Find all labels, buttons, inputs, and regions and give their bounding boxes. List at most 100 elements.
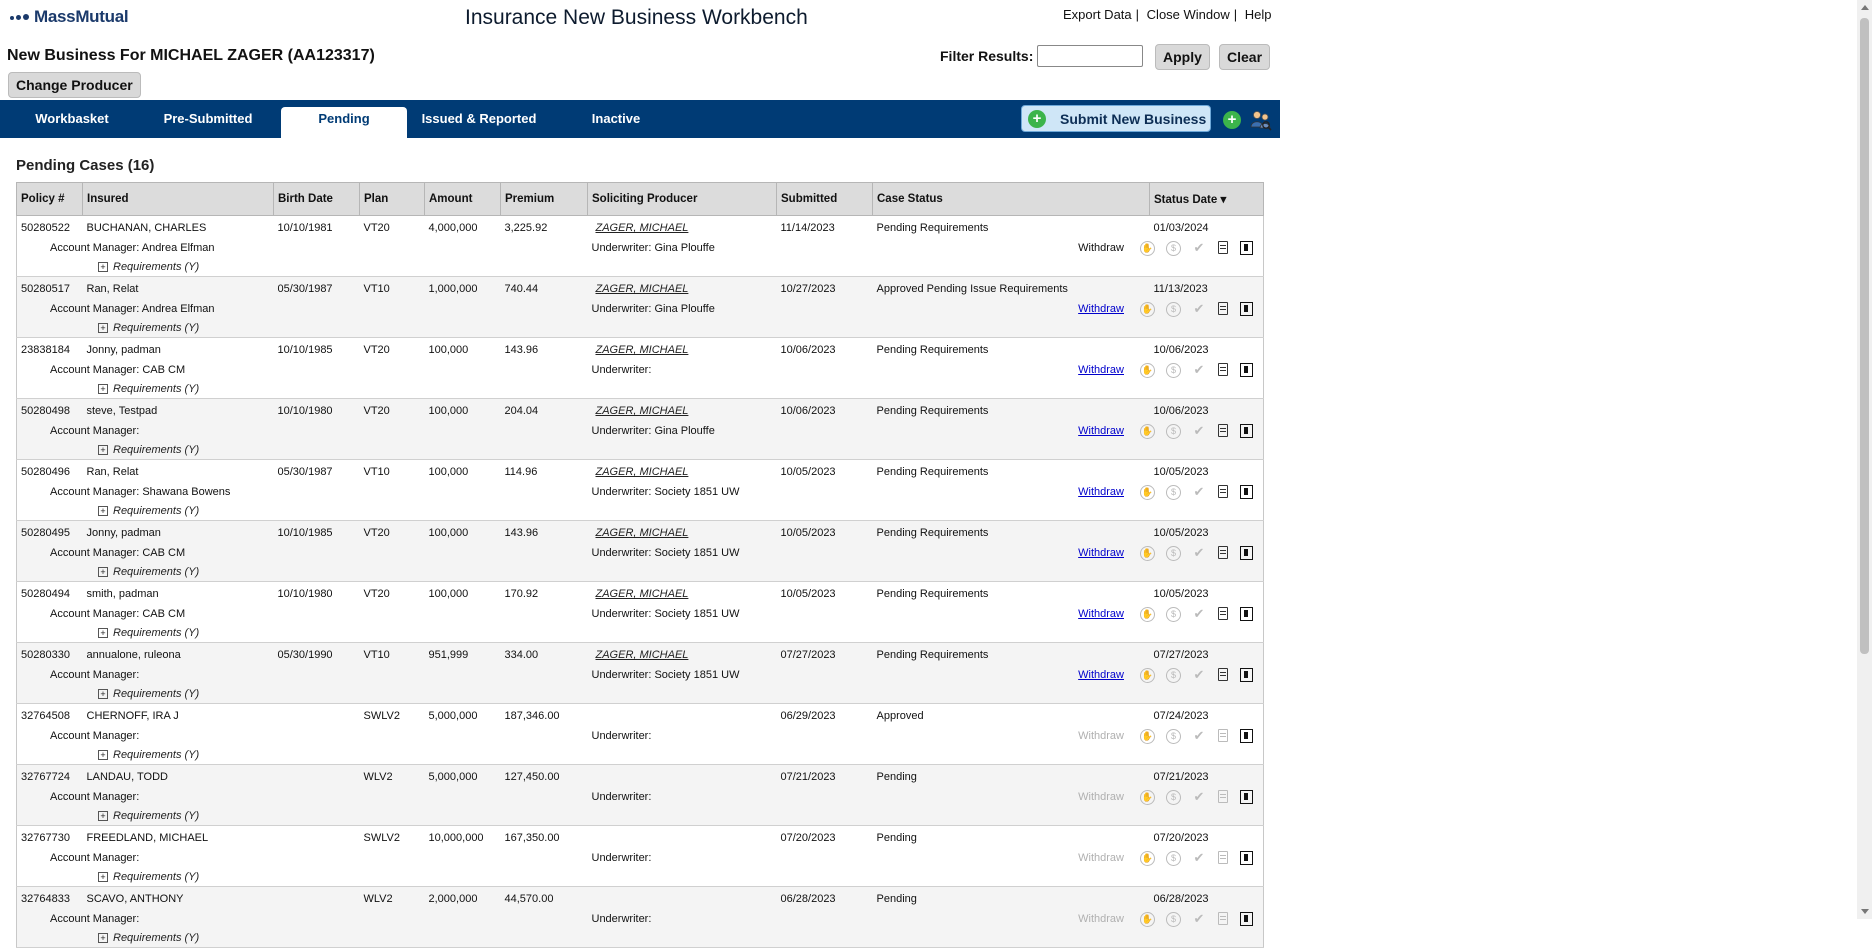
- underwriter-value: Society 1851 UW: [654, 486, 740, 498]
- case-file-icon[interactable]: [1240, 606, 1253, 621]
- soliciting-producer-link[interactable]: ZAGER, MICHAEL: [592, 466, 689, 478]
- table-row[interactable]: 32767730 FREEDLAND, MICHAEL SWLV2 10,000,00…: [17, 826, 1264, 849]
- tab-workbasket[interactable]: Workbasket: [8, 100, 136, 138]
- soliciting-producer-link[interactable]: [592, 832, 596, 844]
- document-icon[interactable]: [1218, 728, 1228, 742]
- requirements-toggle[interactable]: + Requirements (Y): [21, 688, 199, 700]
- soliciting-producer-link[interactable]: ZAGER, MICHAEL: [592, 405, 689, 417]
- document-icon[interactable]: [1218, 667, 1228, 681]
- document-icon[interactable]: [1218, 362, 1228, 376]
- change-producer-button[interactable]: Change Producer: [8, 72, 141, 98]
- add-icon[interactable]: +: [1223, 111, 1241, 129]
- underwriter-label: Underwriter:: [591, 791, 652, 803]
- scroll-up-icon[interactable]: [1861, 5, 1869, 10]
- col-soliciting-producer[interactable]: Soliciting Producer: [587, 182, 777, 216]
- soliciting-producer-link[interactable]: ZAGER, MICHAEL: [592, 283, 689, 295]
- col-premium[interactable]: Premium: [500, 182, 588, 216]
- requirements-toggle[interactable]: + Requirements (Y): [21, 505, 199, 517]
- tab-pending[interactable]: Pending: [281, 107, 407, 138]
- withdraw-link[interactable]: Withdraw: [1078, 425, 1124, 437]
- apply-button[interactable]: Apply: [1155, 44, 1210, 70]
- col-status-date[interactable]: Status Date ▾: [1149, 182, 1264, 216]
- requirements-toggle[interactable]: + Requirements (Y): [21, 749, 199, 761]
- withdraw-link[interactable]: Withdraw: [1078, 303, 1124, 315]
- case-file-icon[interactable]: [1240, 728, 1253, 743]
- withdraw-link[interactable]: Withdraw: [1078, 608, 1124, 620]
- col-birth-date[interactable]: Birth Date: [273, 182, 360, 216]
- case-detail-row: Account Manager: CAB CM Underwriter: With…: [17, 360, 1264, 380]
- table-row[interactable]: 32764833 SCAVO, ANTHONY WLV2 2,000,000 44,57…: [17, 887, 1264, 910]
- requirements-toggle[interactable]: + Requirements (Y): [21, 932, 199, 944]
- table-row[interactable]: 50280517 Ran, Relat 05/30/1987 VT10 1,000,00…: [17, 277, 1264, 300]
- requirements-toggle[interactable]: + Requirements (Y): [21, 444, 199, 456]
- underwriter-label: Underwriter:: [591, 547, 652, 559]
- soliciting-producer-link[interactable]: ZAGER, MICHAEL: [592, 588, 689, 600]
- amount: 100,000: [428, 344, 469, 356]
- soliciting-producer-link[interactable]: ZAGER, MICHAEL: [592, 222, 689, 234]
- soliciting-producer-link[interactable]: ZAGER, MICHAEL: [592, 649, 689, 661]
- filter-input[interactable]: [1037, 45, 1144, 67]
- table-row[interactable]: 50280522 BUCHANAN, CHARLES 10/10/1981 VT20 4…: [17, 216, 1264, 239]
- document-icon[interactable]: [1218, 606, 1228, 620]
- table-row[interactable]: 50280496 Ran, Relat 05/30/1987 VT10 100,000 1…: [17, 460, 1264, 483]
- withdraw-link[interactable]: Withdraw: [1078, 486, 1124, 498]
- case-file-icon[interactable]: [1240, 362, 1253, 377]
- document-icon[interactable]: [1218, 789, 1228, 803]
- scrollbar-thumb[interactable]: [1860, 18, 1869, 654]
- clear-button[interactable]: Clear: [1219, 44, 1271, 70]
- col-submitted[interactable]: Submitted: [776, 182, 873, 216]
- table-row[interactable]: 50280495 Jonny, padman 10/10/1985 VT20 100,0…: [17, 521, 1264, 544]
- help-link[interactable]: Help: [1245, 7, 1272, 22]
- col-case-status[interactable]: Case Status: [872, 182, 1150, 216]
- table-row[interactable]: 32764508 CHERNOFF, IRA J SWLV2 5,000,000 187…: [17, 704, 1264, 727]
- requirements-toggle[interactable]: + Requirements (Y): [21, 810, 199, 822]
- case-file-icon[interactable]: [1240, 545, 1253, 560]
- soliciting-producer-link[interactable]: ZAGER, MICHAEL: [592, 344, 689, 356]
- table-row[interactable]: 50280330 annualone, ruleona 05/30/1990 VT10…: [17, 643, 1264, 666]
- case-file-icon[interactable]: [1240, 484, 1253, 499]
- tab-pre-submitted[interactable]: Pre-Submitted: [144, 100, 272, 138]
- requirements-toggle[interactable]: + Requirements (Y): [21, 871, 199, 883]
- document-icon[interactable]: [1218, 545, 1228, 559]
- close-window-link[interactable]: Close Window: [1147, 7, 1230, 22]
- export-data-link[interactable]: Export Data: [1063, 7, 1132, 22]
- col-amount[interactable]: Amount: [424, 182, 501, 216]
- withdraw-link[interactable]: Withdraw: [1078, 669, 1124, 681]
- people-search-icon[interactable]: [1250, 109, 1272, 131]
- requirements-toggle[interactable]: + Requirements (Y): [21, 261, 199, 273]
- case-file-icon[interactable]: [1240, 850, 1253, 865]
- case-file-icon[interactable]: [1240, 789, 1253, 804]
- tab-issued-reported[interactable]: Issued & Reported: [415, 100, 543, 138]
- document-icon[interactable]: [1218, 911, 1228, 925]
- soliciting-producer-link[interactable]: [592, 771, 596, 783]
- table-row[interactable]: 50280494 smith, padman 10/10/1980 VT20 100,0…: [17, 582, 1264, 605]
- soliciting-producer-link[interactable]: ZAGER, MICHAEL: [592, 527, 689, 539]
- vertical-scrollbar[interactable]: [1857, 0, 1872, 919]
- scroll-down-icon[interactable]: [1861, 909, 1869, 914]
- tab-inactive[interactable]: Inactive: [552, 100, 680, 138]
- col-insured[interactable]: Insured: [82, 182, 274, 216]
- soliciting-producer-link[interactable]: [592, 710, 596, 722]
- case-file-icon[interactable]: [1240, 423, 1253, 438]
- submit-new-business-button[interactable]: + Submit New Business: [1021, 105, 1211, 132]
- col-policy[interactable]: Policy #: [16, 182, 83, 216]
- document-icon[interactable]: [1218, 301, 1228, 315]
- case-file-icon[interactable]: [1240, 667, 1253, 682]
- requirements-toggle[interactable]: + Requirements (Y): [21, 566, 199, 578]
- col-plan[interactable]: Plan: [359, 182, 425, 216]
- withdraw-link[interactable]: Withdraw: [1078, 364, 1124, 376]
- table-row[interactable]: 23838184 Jonny, padman 10/10/1985 VT20 100,0…: [17, 338, 1264, 361]
- table-row[interactable]: 50280498 steve, Testpad 10/10/1980 VT20 100,…: [17, 399, 1264, 422]
- requirements-toggle[interactable]: + Requirements (Y): [21, 322, 199, 334]
- case-file-icon[interactable]: [1240, 301, 1253, 316]
- case-file-icon[interactable]: [1240, 240, 1253, 255]
- soliciting-producer-link[interactable]: [592, 893, 596, 905]
- document-icon[interactable]: [1218, 423, 1228, 437]
- document-icon[interactable]: [1218, 240, 1228, 254]
- document-icon[interactable]: [1218, 850, 1228, 864]
- requirements-toggle[interactable]: + Requirements (Y): [21, 627, 199, 639]
- table-row[interactable]: 32767724 LANDAU, TODD WLV2 5,000,000 127,450…: [17, 765, 1264, 788]
- requirements-toggle[interactable]: + Requirements (Y): [21, 383, 199, 395]
- withdraw-link[interactable]: Withdraw: [1078, 547, 1124, 559]
- document-icon[interactable]: [1218, 484, 1228, 498]
